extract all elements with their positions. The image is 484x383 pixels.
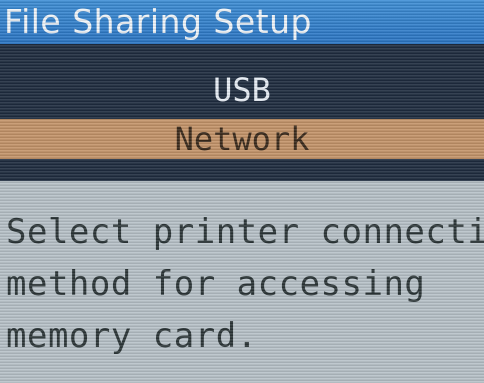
help-text: Select printer connection method for acc… — [6, 206, 484, 362]
help-text-line: method for accessing — [6, 264, 426, 304]
lcd-screen: File Sharing Setup USB Network Select pr… — [0, 0, 484, 383]
help-text-line: memory card. — [6, 316, 258, 356]
menu-item-usb[interactable]: USB — [0, 66, 484, 114]
page-title: File Sharing Setup — [0, 0, 484, 44]
menu-item-network[interactable]: Network — [0, 119, 484, 159]
help-text-line: Select printer connection — [6, 212, 484, 252]
